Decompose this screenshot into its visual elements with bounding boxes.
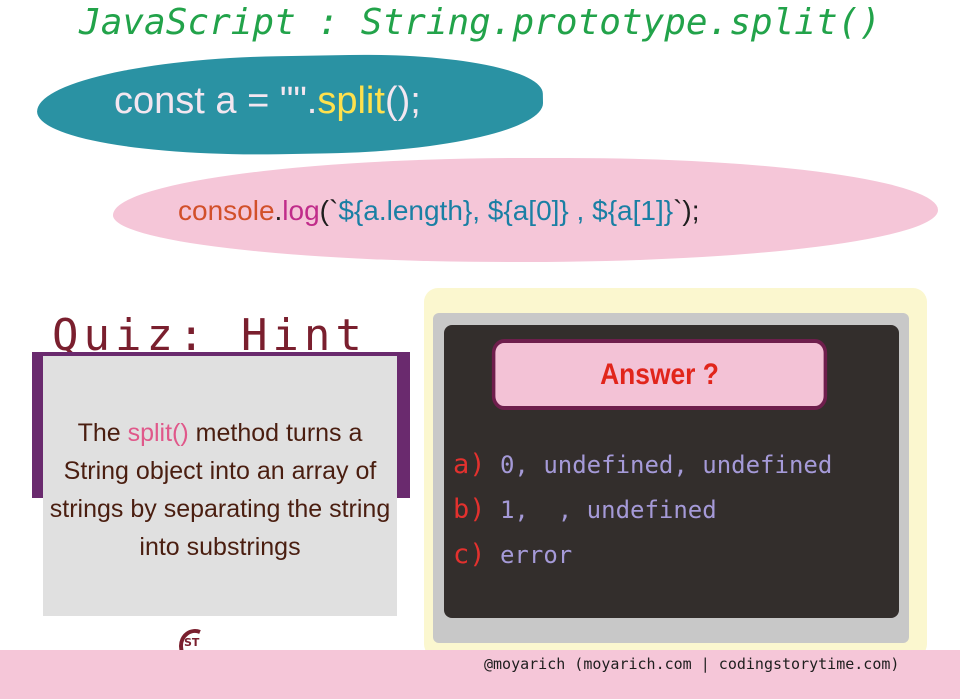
code-line-1-fn: split xyxy=(317,80,385,122)
option-letter: a) xyxy=(453,449,486,480)
hint-text: The split() method turns a String object… xyxy=(43,414,397,566)
answer-option-b[interactable]: b) 1, , undefined xyxy=(453,494,717,525)
code-line-2-expr: ${a.length}, ${a[0]} , ${a[1]} xyxy=(338,195,674,226)
svg-text:ST: ST xyxy=(184,636,200,649)
page-title: JavaScript : String.prototype.split() xyxy=(79,2,881,43)
hint-highlight: split() xyxy=(127,419,189,447)
option-letter: c) xyxy=(453,539,486,570)
code-line-1-suffix: (); xyxy=(384,80,421,122)
option-value: 1, , undefined xyxy=(499,496,717,524)
option-value: 0, undefined, undefined xyxy=(499,451,833,479)
code-line-2-fn: log xyxy=(282,195,320,226)
code-line-2-open: (` xyxy=(319,195,339,226)
code-line-1-prefix: const a = "". xyxy=(114,80,318,122)
code-line-1: const a = "".split(); xyxy=(114,80,421,123)
hint-text-before: The xyxy=(77,419,128,447)
footer-credit: @moyarich (moyarich.com | codingstorytim… xyxy=(484,655,900,673)
code-line-2-close: `); xyxy=(673,195,700,226)
code-line-2: console.log(`${a.length}, ${a[0]} , ${a[… xyxy=(178,195,700,227)
answer-option-c[interactable]: c) error xyxy=(453,539,572,570)
code-line-2-obj: console xyxy=(178,195,275,226)
answer-option-a[interactable]: a) 0, undefined, undefined xyxy=(453,449,832,480)
answer-button[interactable]: Answer ? xyxy=(491,339,828,410)
quiz-card: JavaScript : String.prototype.split() co… xyxy=(0,0,960,699)
option-letter: b) xyxy=(453,494,486,525)
option-value: error xyxy=(499,541,573,569)
